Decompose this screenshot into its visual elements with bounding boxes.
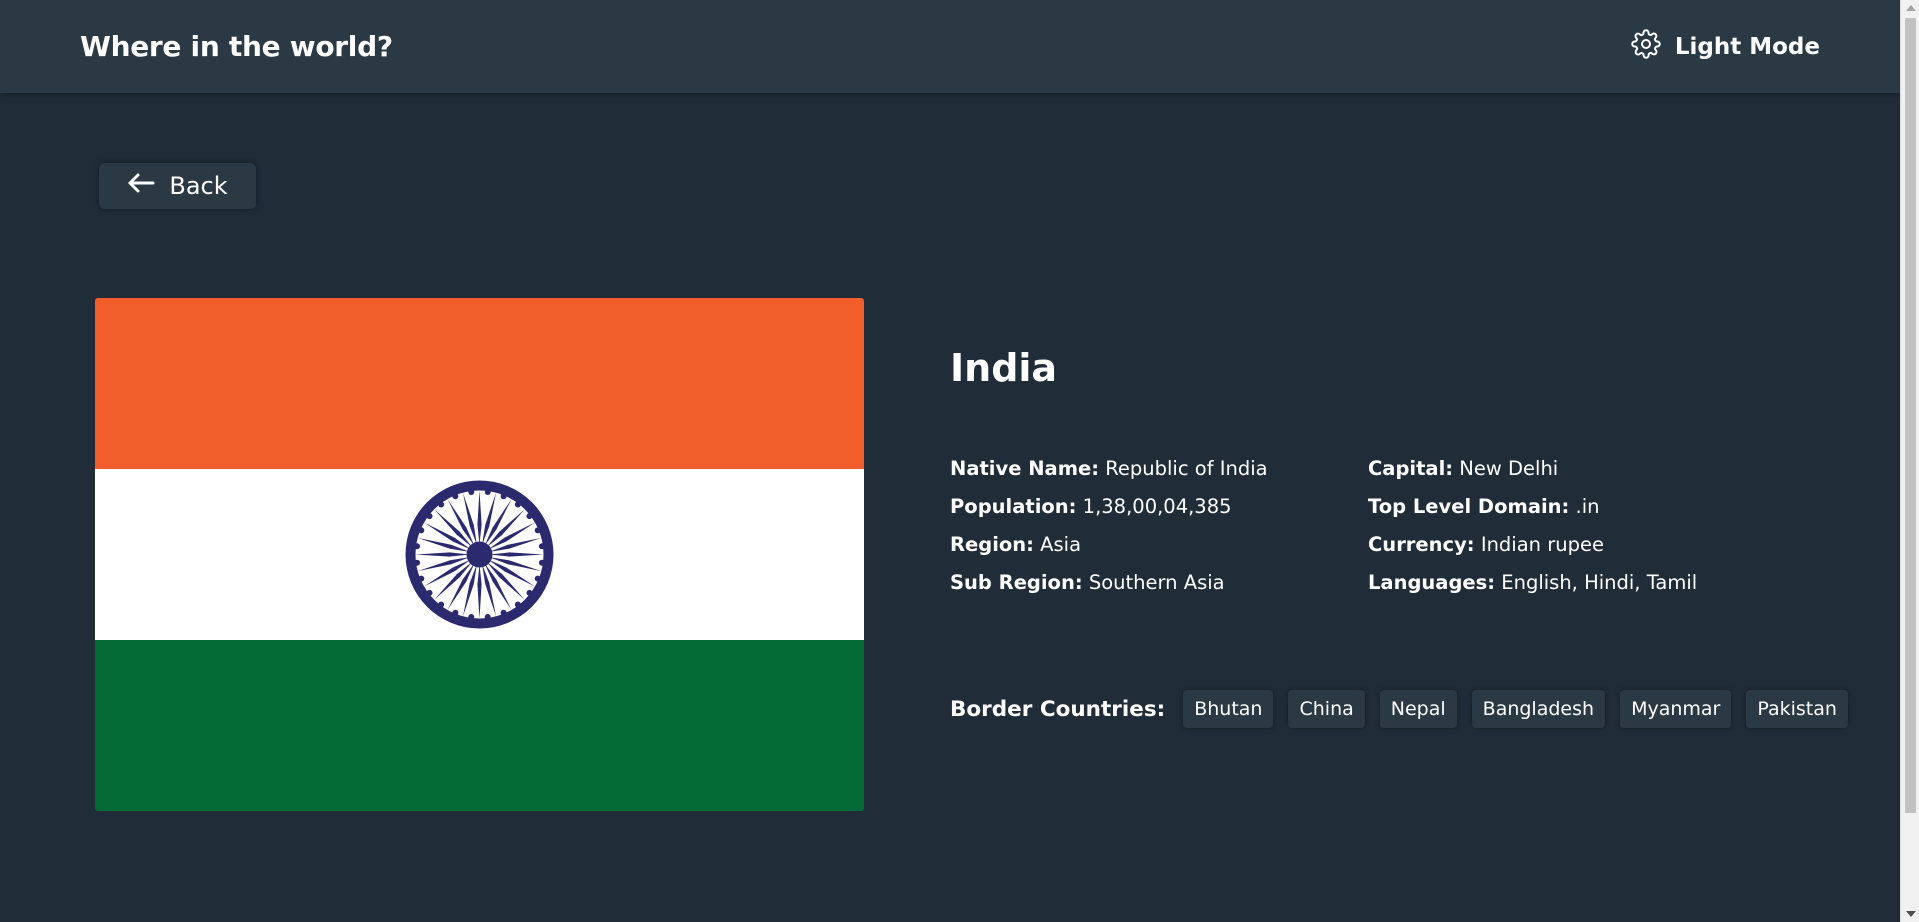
arrow-left-icon — [127, 172, 155, 200]
info-capital: Capital: New Delhi — [1368, 450, 1697, 488]
info-label: Top Level Domain: — [1368, 495, 1570, 518]
info-sub-region: Sub Region: Southern Asia — [950, 564, 1368, 602]
border-country-button[interactable]: Myanmar — [1620, 690, 1732, 728]
info-value: 1,38,00,04,385 — [1082, 495, 1232, 518]
info-value: Asia — [1040, 533, 1082, 556]
info-label: Native Name: — [950, 457, 1100, 480]
info-label: Sub Region: — [950, 571, 1083, 594]
info-value: Indian rupee — [1480, 533, 1604, 556]
info-currency: Currency: Indian rupee — [1368, 526, 1697, 564]
info-value: New Delhi — [1459, 457, 1559, 480]
country-info-columns: Native Name: Republic of India Populatio… — [950, 450, 1850, 602]
country-flag — [95, 298, 864, 811]
info-value: .in — [1575, 495, 1600, 518]
scrollbar-thumb[interactable] — [1905, 18, 1916, 813]
info-languages: Languages: English, Hindi, Tamil — [1368, 564, 1697, 602]
info-population: Population: 1,38,00,04,385 — [950, 488, 1368, 526]
info-value: Southern Asia — [1088, 571, 1225, 594]
info-label: Languages: — [1368, 571, 1496, 594]
india-flag-image — [95, 298, 864, 811]
theme-toggle-button[interactable]: Light Mode — [1631, 28, 1820, 65]
gear-icon — [1631, 28, 1661, 65]
scroll-up-arrow-icon[interactable] — [1906, 5, 1916, 11]
scroll-down-arrow-icon[interactable] — [1906, 911, 1916, 917]
page-scrollbar[interactable] — [1900, 0, 1919, 922]
back-button-label: Back — [169, 172, 228, 200]
ashoka-chakra-icon — [405, 480, 554, 629]
border-country-button[interactable]: China — [1288, 690, 1365, 728]
info-native-name: Native Name: Republic of India — [950, 450, 1368, 488]
border-countries-label: Border Countries: — [950, 696, 1166, 722]
app-title: Where in the world? — [80, 30, 393, 63]
border-country-button[interactable]: Pakistan — [1746, 690, 1848, 728]
flag-band-saffron — [95, 298, 864, 469]
border-country-button[interactable]: Bangladesh — [1471, 690, 1606, 728]
border-country-button[interactable]: Bhutan — [1183, 690, 1274, 728]
info-column-left: Native Name: Republic of India Populatio… — [950, 450, 1368, 602]
info-value: English, Hindi, Tamil — [1501, 571, 1698, 594]
border-countries: Border Countries: Bhutan China Nepal Ban… — [950, 690, 1863, 728]
border-country-button[interactable]: Nepal — [1379, 690, 1457, 728]
country-details: India Native Name: Republic of India Pop… — [950, 340, 1850, 602]
info-label: Currency: — [1368, 533, 1475, 556]
info-value: Republic of India — [1105, 457, 1268, 480]
info-label: Region: — [950, 533, 1034, 556]
theme-toggle-label: Light Mode — [1674, 33, 1820, 60]
info-label: Capital: — [1368, 457, 1454, 480]
info-region: Region: Asia — [950, 526, 1368, 564]
flag-band-green — [95, 640, 864, 811]
back-button[interactable]: Back — [99, 163, 256, 209]
top-header: Where in the world? Light Mode — [0, 0, 1900, 93]
info-column-right: Capital: New Delhi Top Level Domain: .in… — [1368, 450, 1697, 602]
info-label: Population: — [950, 495, 1077, 518]
info-top-level-domain: Top Level Domain: .in — [1368, 488, 1697, 526]
country-name: India — [950, 346, 1058, 390]
